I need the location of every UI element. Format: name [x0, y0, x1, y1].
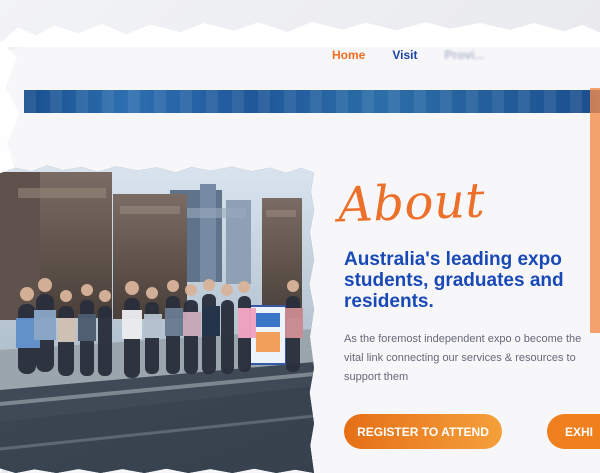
decorative-blue-band: [24, 90, 600, 113]
expo-photo-image: [0, 165, 314, 473]
nav-visit-link[interactable]: Visit: [392, 48, 417, 62]
about-heading: Australia's leading expo students, gradu…: [344, 249, 564, 312]
register-to-attend-button[interactable]: REGISTER TO ATTEND: [344, 414, 502, 449]
nav-home-link[interactable]: Home: [332, 48, 365, 62]
about-body-text: As the foremost independent expo o becom…: [344, 333, 582, 383]
scene: Home Visit Provi... About Australia's le…: [0, 0, 600, 473]
nav-third-link[interactable]: Provi...: [444, 48, 484, 62]
about-title: About: [337, 172, 486, 234]
exhibit-button[interactable]: EXHI: [547, 414, 600, 449]
expo-photo: [0, 165, 314, 473]
top-nav: Home Visit Provi...: [332, 46, 484, 64]
